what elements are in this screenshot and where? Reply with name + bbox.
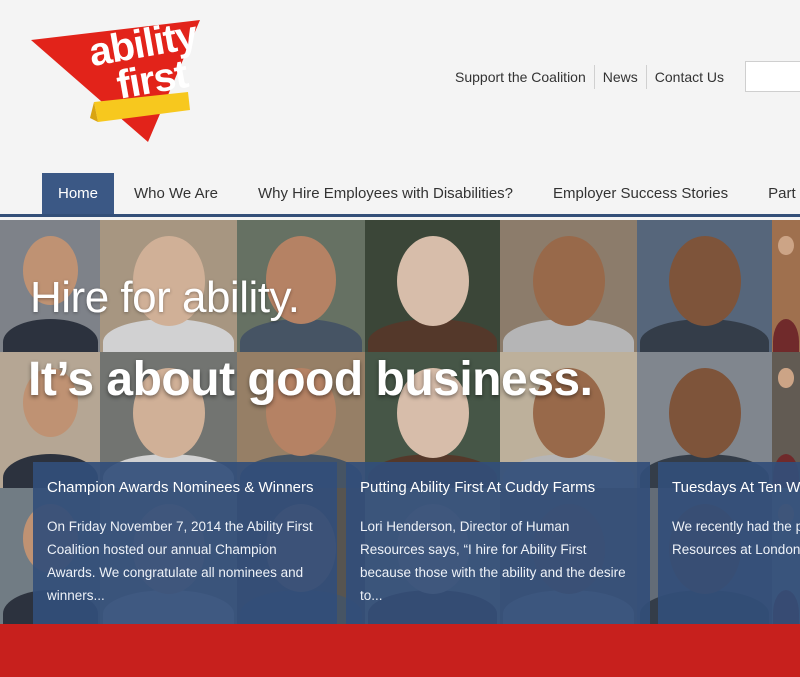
news-link[interactable]: News — [593, 65, 646, 89]
logo-wordmark: ability first — [68, 13, 218, 108]
nav-item-home[interactable]: Home — [42, 173, 115, 214]
site-header: ability first Support the Coalition News… — [0, 0, 800, 173]
news-card[interactable]: Champion Awards Nominees & Winners On Fr… — [33, 462, 337, 624]
news-card[interactable]: Tuesdays At Ten Wi We recently had the p… — [658, 462, 800, 624]
contact-us-link[interactable]: Contact Us — [645, 65, 732, 89]
nav-item-success-stories[interactable]: Employer Success Stories — [533, 173, 748, 214]
card-excerpt: We recently had the p with Sandy Plant, … — [672, 519, 800, 557]
news-card[interactable]: Putting Ability First At Cuddy Farms Lor… — [346, 462, 650, 624]
card-excerpt: On Friday November 7, 2014 the Ability F… — [47, 519, 313, 603]
nav-item-partners[interactable]: Part — [748, 173, 800, 214]
utility-links: Support the Coalition News Contact Us — [447, 64, 732, 90]
card-excerpt: Lori Henderson, Director of Human Resour… — [360, 519, 626, 603]
card-title[interactable]: Putting Ability First At Cuddy Farms — [360, 478, 636, 498]
nav-item-why-hire[interactable]: Why Hire Employees with Disabilities? — [238, 173, 533, 214]
main-nav: Home Who We Are Why Hire Employees with … — [0, 173, 800, 217]
hero-headline: It’s about good business. — [28, 353, 593, 406]
hero-tagline: Hire for ability. — [30, 273, 300, 322]
card-title[interactable]: Tuesdays At Ten Wi — [672, 478, 800, 498]
footer-band — [0, 624, 800, 677]
search-input[interactable] — [745, 61, 800, 92]
ability-first-logo[interactable]: ability first — [28, 13, 204, 144]
card-title[interactable]: Champion Awards Nominees & Winners — [47, 478, 323, 498]
nav-item-who-we-are[interactable]: Who We Are — [114, 173, 238, 214]
support-coalition-link[interactable]: Support the Coalition — [447, 65, 594, 89]
